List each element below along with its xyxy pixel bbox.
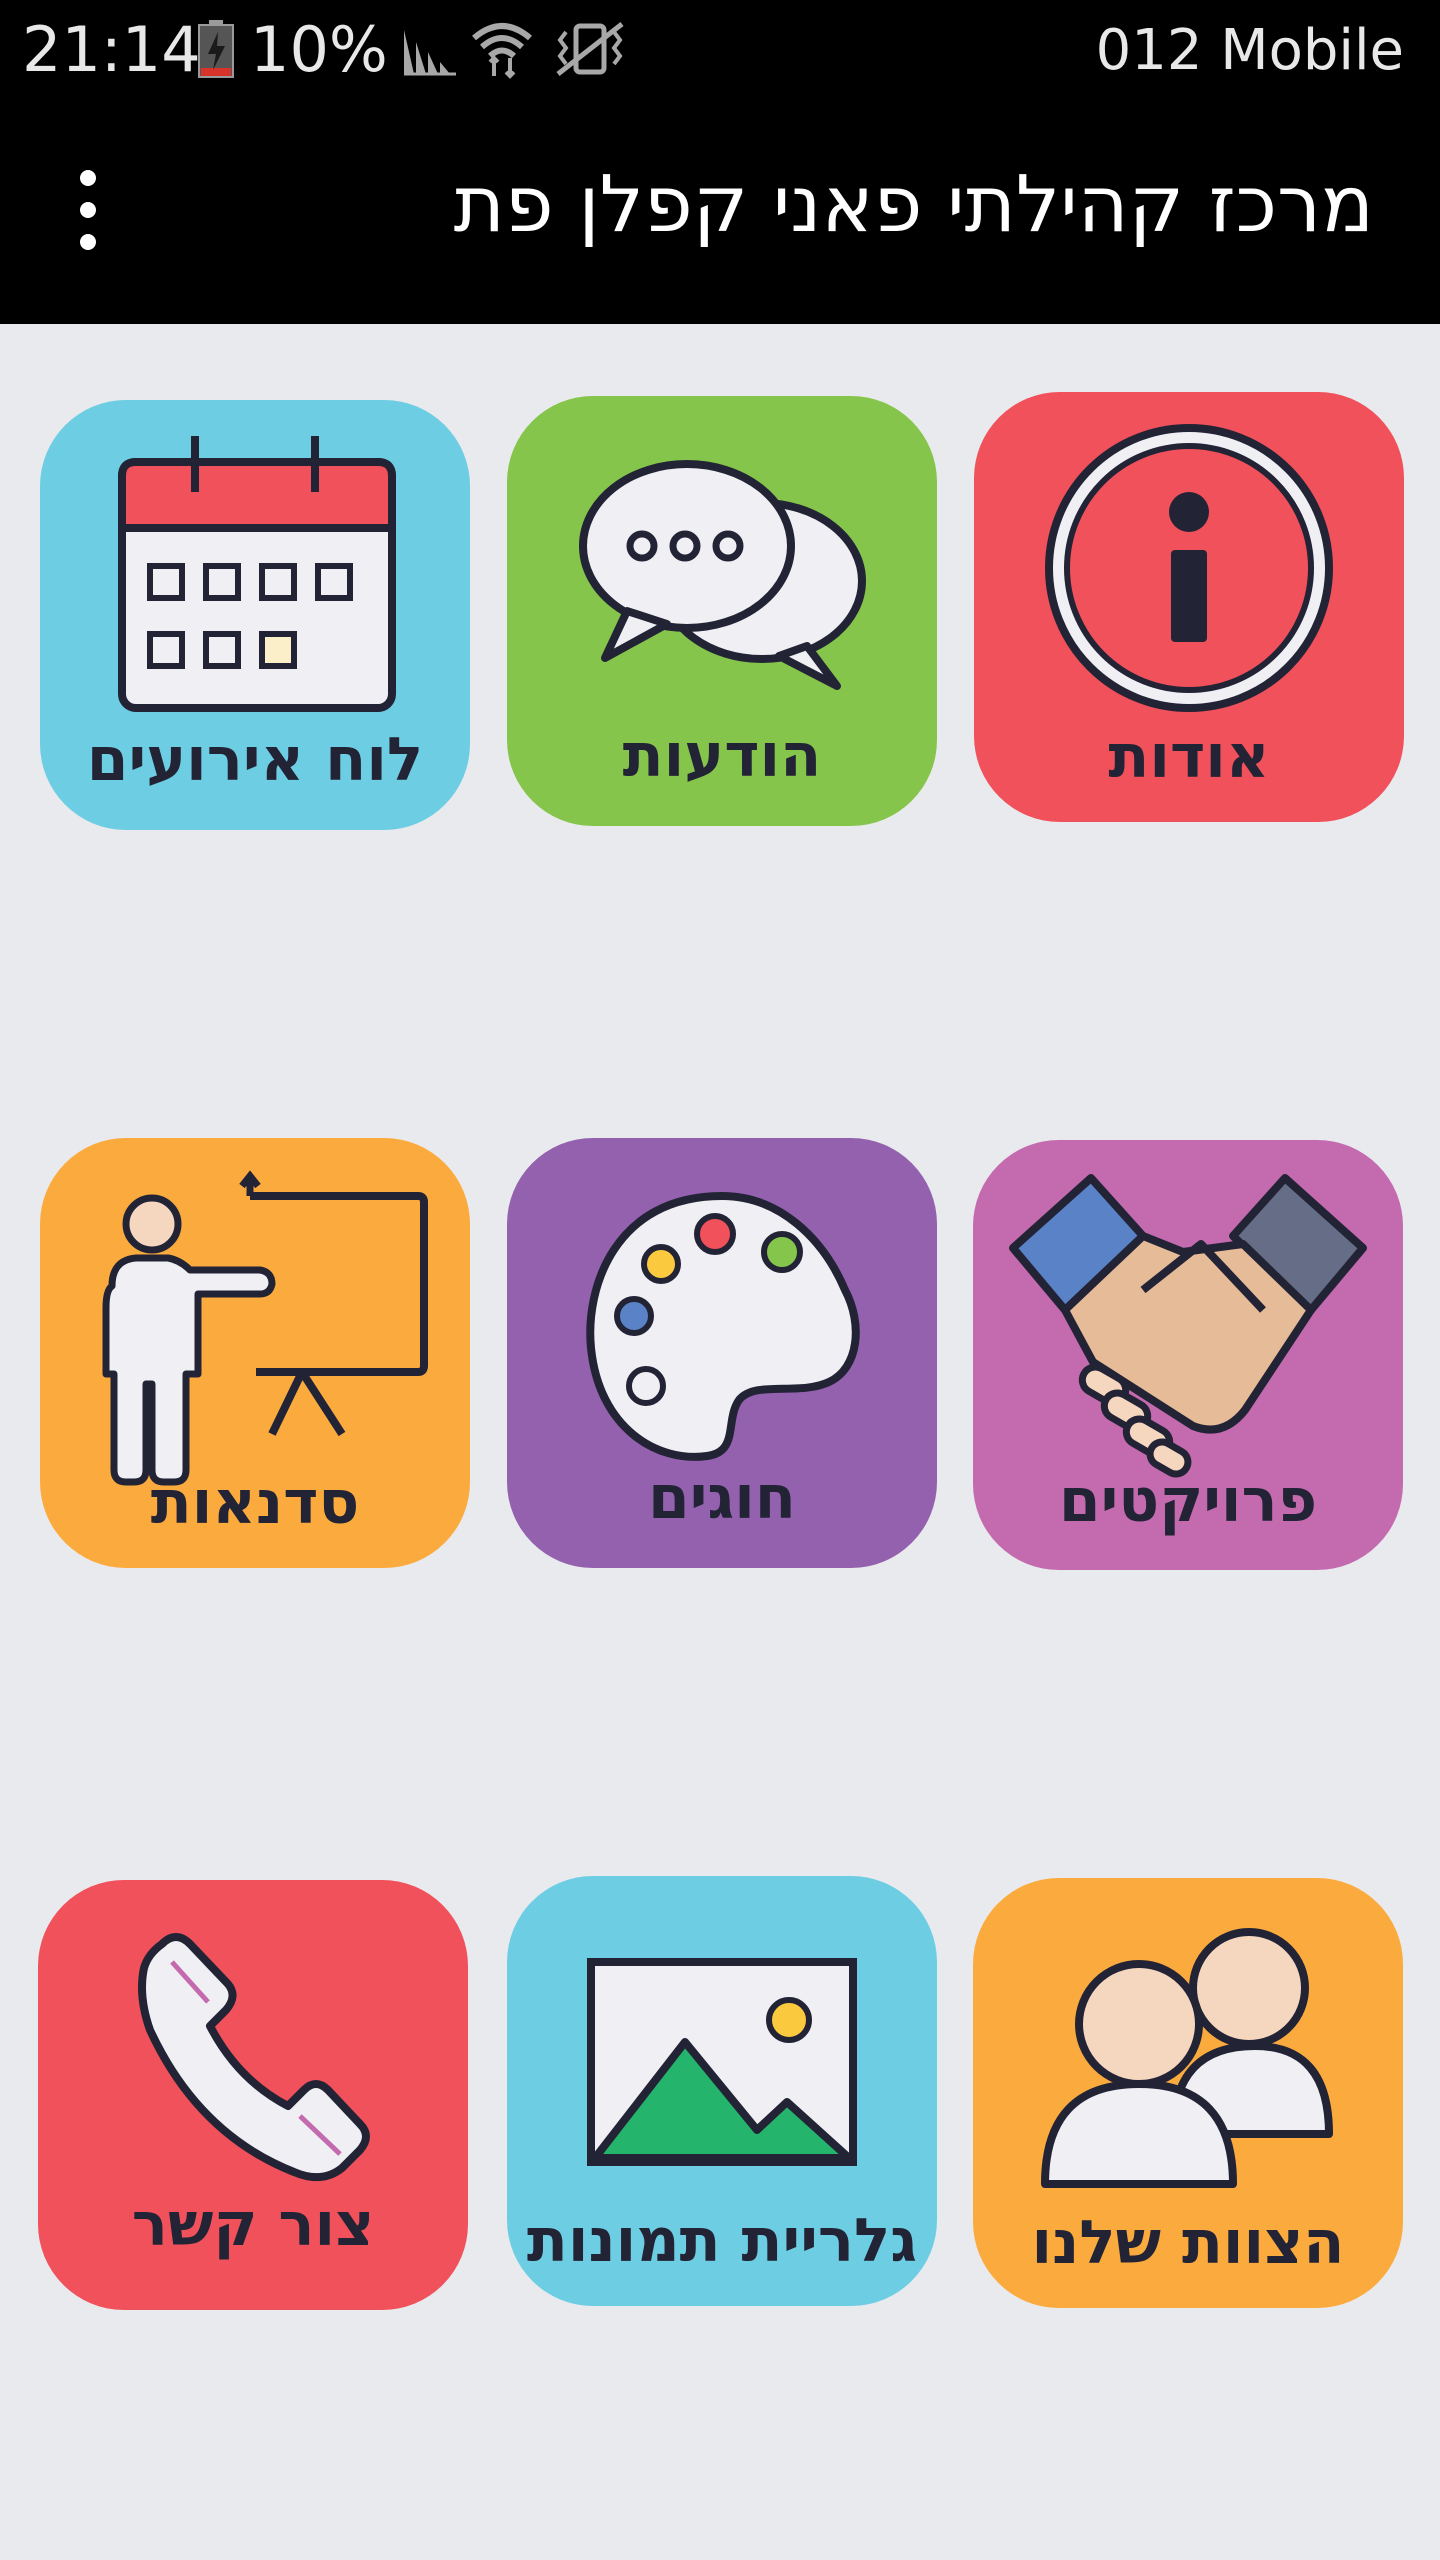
tile-label: פרויקטים [1058,1466,1318,1536]
tile-our-team[interactable]: הצוות שלנו [973,1878,1403,2308]
tile-label: לוח אירועים [86,725,424,795]
carrier-name: 012 Mobile [1095,18,1404,83]
tile-workshops[interactable]: סדנאות [40,1138,470,1568]
tile-photo-gallery[interactable]: גלריית תמונות [507,1876,937,2306]
tile-contact[interactable]: צור קשר [38,1880,468,2310]
status-bar: 21:14 10% 012 Mobile [0,0,1440,100]
menu-grid: אודות הודעות לוח אירועים פרויקטים חוגים … [0,324,1440,2560]
tile-label: סדנאות [150,1468,360,1538]
battery-low-icon [198,20,234,78]
tile-messages[interactable]: הודעות [507,396,937,826]
tile-events-calendar[interactable]: לוח אירועים [40,400,470,830]
tile-label: הצוות שלנו [1031,2208,1345,2278]
tile-label: גלריית תמונות [526,2206,918,2276]
battery-percentage: 10% [250,13,388,86]
tile-about[interactable]: אודות [974,392,1404,822]
tile-projects[interactable]: פרויקטים [973,1140,1403,1570]
vibrate-icon [556,22,624,76]
status-time: 21:14 [22,13,201,86]
tile-classes[interactable]: חוגים [507,1138,937,1568]
tile-label: צור קשר [131,2190,375,2260]
app-bar: מרכז קהילתי פאני קפלן פת [0,100,1440,324]
tile-label: הודעות [622,721,822,791]
tile-label: אודות [1108,722,1270,792]
more-vert-icon[interactable] [60,170,116,250]
signal-icon [404,30,456,76]
wifi-icon [472,23,532,79]
page-title: מרכז קהילתי פאני קפלן פת [453,160,1374,250]
tile-label: חוגים [647,1463,797,1533]
